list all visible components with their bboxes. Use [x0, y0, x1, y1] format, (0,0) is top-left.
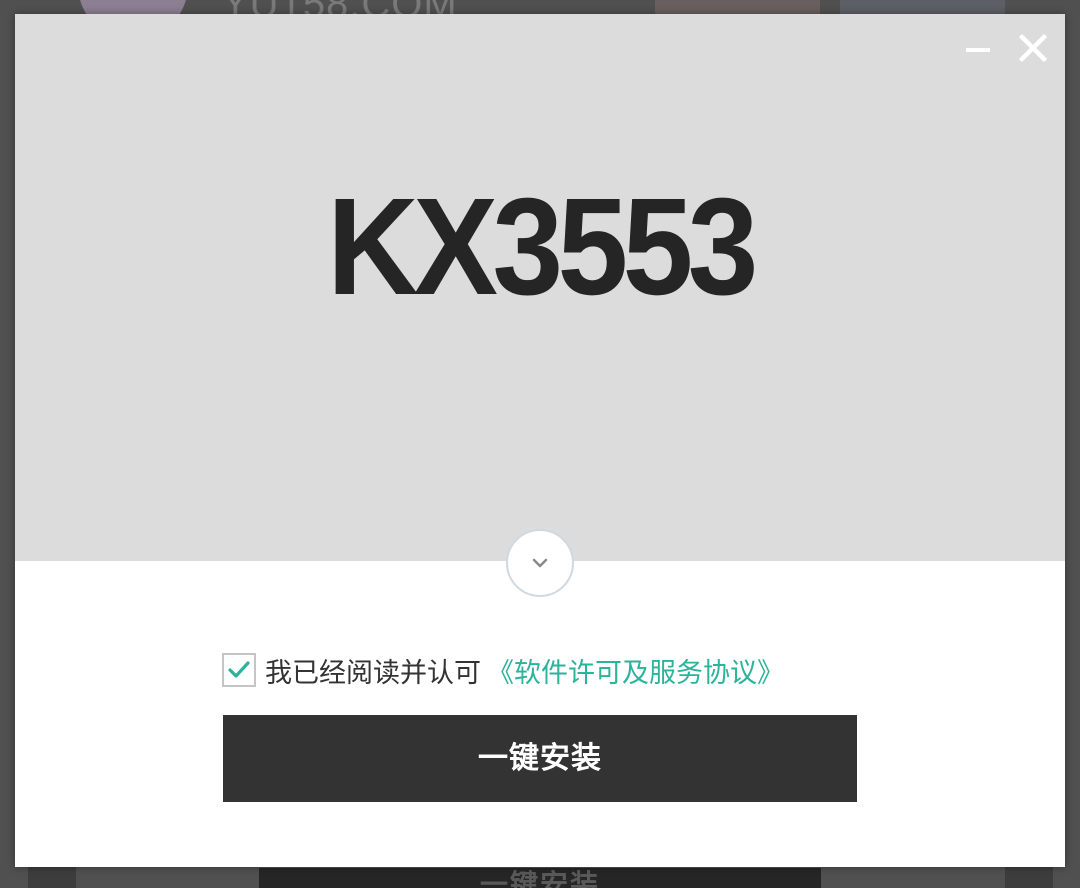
agreement-checkbox[interactable]	[222, 653, 256, 687]
minimize-icon	[966, 48, 990, 52]
agreement-row: 我已经阅读并认可 《软件许可及服务协议》	[222, 651, 784, 690]
banner: KX3553	[15, 14, 1065, 561]
background-install-button: 一键安装	[259, 868, 821, 888]
license-agreement-link[interactable]: 《软件许可及服务协议》	[487, 651, 784, 690]
checkmark-icon	[228, 661, 250, 678]
background-edge-left	[28, 866, 76, 888]
background-edge-right	[1005, 866, 1053, 888]
background-banner-left	[655, 0, 820, 14]
background-banner-right	[840, 0, 1005, 14]
close-button[interactable]	[1015, 30, 1051, 66]
expand-options-button[interactable]	[506, 529, 574, 597]
installer-dialog: KX3553 我已经阅读并认可 《软件许可及服务协议》 一键安装	[15, 14, 1065, 867]
one-click-install-button[interactable]: 一键安装	[223, 715, 857, 802]
app-logo-text: KX3553	[327, 170, 758, 324]
agreement-label: 我已经阅读并认可	[265, 657, 481, 689]
close-icon	[1018, 33, 1048, 63]
minimize-button[interactable]	[960, 30, 996, 66]
chevron-down-icon	[532, 558, 548, 568]
